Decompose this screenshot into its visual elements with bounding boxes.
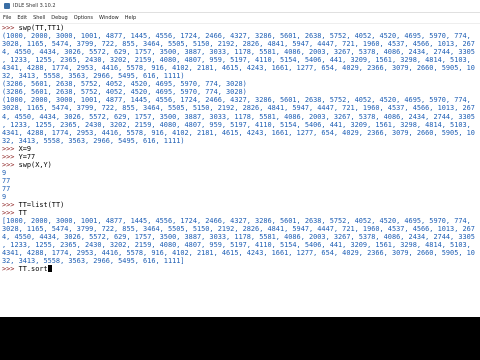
- input-line: >>> TT: [2, 209, 478, 217]
- command-text: swp(TT,TT1): [18, 24, 65, 32]
- output-line: 4, 4550, 4434, 3026, 5572, 629, 1757, 35…: [2, 113, 478, 121]
- shell-prompt: >>>: [2, 265, 19, 274]
- shell-console[interactable]: >>> swp(TT,TT1) (1000, 2000, 3000, 1001, …: [0, 24, 480, 317]
- output-text: (3286, 5601, 2638, 5752, 4052, 4520, 469…: [2, 80, 247, 89]
- output-line: (3286, 5601, 2638, 5752, 4052, 4520, 469…: [2, 80, 478, 88]
- menu-file[interactable]: File: [3, 15, 11, 21]
- output-line: (3286, 5601, 2638, 5752, 4052, 4520, 469…: [2, 88, 478, 96]
- shell-prompt: >>>: [2, 24, 19, 32]
- output-text: , 1233, 1255, 2365, 2430, 3202, 2159, 40…: [2, 56, 471, 65]
- output-text: 77: [2, 176, 11, 185]
- shell-prompt: >>>: [2, 209, 19, 218]
- output-text: 4341, 4288, 1774, 2953, 4416, 5578, 916,…: [2, 64, 475, 73]
- shell-prompt: >>>: [2, 152, 19, 161]
- output-text: , 1233, 1255, 2365, 2430, 3202, 2159, 40…: [2, 241, 471, 250]
- output-line: 4341, 4288, 1774, 2953, 4416, 5578, 916,…: [2, 129, 478, 137]
- command-text: X=9: [18, 144, 32, 153]
- output-line: , 1233, 1255, 2365, 2430, 3202, 2159, 40…: [2, 121, 478, 129]
- output-line: 4, 4550, 4434, 3026, 5572, 629, 1757, 35…: [2, 233, 478, 241]
- text-cursor: [47, 265, 52, 273]
- input-line: >>> Y=77: [2, 153, 478, 161]
- command-text: swp(X,Y): [18, 160, 52, 169]
- output-line: 4, 4550, 4434, 3026, 5572, 629, 1757, 35…: [2, 48, 478, 56]
- output-text: 32, 3413, 5558, 3563, 2966, 5495, 616, 1…: [2, 136, 185, 145]
- output-line: 3028, 1165, 5474, 3799, 722, 855, 3464, …: [2, 104, 478, 112]
- output-text: 4341, 4288, 1774, 2953, 4416, 5578, 916,…: [2, 128, 475, 137]
- menu-options[interactable]: Options: [74, 15, 93, 21]
- command-text: Y=77: [18, 152, 36, 161]
- output-text: 77: [2, 184, 11, 193]
- output-line: 3028, 1165, 5474, 3799, 722, 855, 3464, …: [2, 40, 478, 48]
- video-frame: IDLE Shell 3.10.2 File Edit Shell Debug Opti…: [0, 0, 480, 360]
- output-text: (1000, 2000, 3000, 1001, 4877, 1445, 455…: [2, 96, 471, 105]
- menu-edit[interactable]: Edit: [17, 15, 27, 21]
- output-line: 9: [2, 169, 478, 177]
- output-text: 9: [2, 192, 7, 201]
- output-text: 3028, 1165, 5474, 3799, 722, 855, 3464, …: [2, 225, 475, 234]
- output-text: 3028, 1165, 5474, 3799, 722, 855, 3464, …: [2, 104, 475, 113]
- shell-prompt: >>>: [2, 160, 19, 169]
- shell-prompt: >>>: [2, 144, 19, 153]
- output-line: , 1233, 1255, 2365, 2430, 3202, 2159, 40…: [2, 241, 478, 249]
- output-line: , 1233, 1255, 2365, 2430, 3202, 2159, 40…: [2, 56, 478, 64]
- command-text: TT=list(TT): [18, 201, 65, 210]
- output-text: , 1233, 1255, 2365, 2430, 3202, 2159, 40…: [2, 120, 471, 129]
- menu-window[interactable]: Window: [99, 15, 119, 21]
- menu-bar: File Edit Shell Debug Options Window Help: [0, 13, 480, 24]
- output-line: (1000, 2000, 3000, 1001, 4877, 1445, 455…: [2, 32, 478, 40]
- output-line: 32, 3413, 5558, 3563, 2966, 5495, 616, 1…: [2, 137, 478, 145]
- output-text: 4341, 4288, 1774, 2953, 4416, 5578, 916,…: [2, 249, 475, 258]
- input-line: >>> TT=list(TT): [2, 201, 478, 209]
- input-line: >>> X=9: [2, 145, 478, 153]
- menu-debug[interactable]: Debug: [51, 15, 67, 21]
- output-line: 4341, 4288, 1774, 2953, 4416, 5578, 916,…: [2, 249, 478, 257]
- title-bar: IDLE Shell 3.10.2: [0, 0, 480, 13]
- output-line: 4341, 4288, 1774, 2953, 4416, 5578, 916,…: [2, 64, 478, 72]
- output-text: (1000, 2000, 3000, 1001, 4877, 1445, 455…: [2, 32, 471, 41]
- window-title: IDLE Shell 3.10.2: [13, 3, 56, 9]
- shell-prompt: >>>: [2, 201, 19, 210]
- output-text: 4, 4550, 4434, 3026, 5572, 629, 1757, 35…: [2, 233, 475, 242]
- input-line: >>> TT.sort: [2, 265, 478, 273]
- output-line: 77: [2, 177, 478, 185]
- menu-help[interactable]: Help: [125, 15, 136, 21]
- output-line: 32, 3413, 5558, 3563, 2966, 5495, 616, 1…: [2, 257, 478, 265]
- output-text: 4, 4550, 4434, 3026, 5572, 629, 1757, 35…: [2, 112, 475, 121]
- menu-shell[interactable]: Shell: [33, 15, 45, 21]
- output-text: [1000, 2000, 3000, 1001, 4877, 1445, 455…: [2, 217, 471, 226]
- idle-shell-window: IDLE Shell 3.10.2 File Edit Shell Debug Opti…: [0, 0, 480, 317]
- output-line: [1000, 2000, 3000, 1001, 4877, 1445, 455…: [2, 217, 478, 225]
- output-text: 32, 3413, 5558, 3563, 2966, 5495, 616, 1…: [2, 257, 185, 266]
- input-line: >>> swp(X,Y): [2, 161, 478, 169]
- python-app-icon: [4, 3, 10, 9]
- output-line: 77: [2, 185, 478, 193]
- output-line: 3028, 1165, 5474, 3799, 722, 855, 3464, …: [2, 225, 478, 233]
- output-text: (3286, 5601, 2638, 5752, 4052, 4520, 469…: [2, 88, 247, 97]
- output-text: 4, 4550, 4434, 3026, 5572, 629, 1757, 35…: [2, 48, 475, 57]
- output-line: (1000, 2000, 3000, 1001, 4877, 1445, 455…: [2, 96, 478, 104]
- output-text: 3028, 1165, 5474, 3799, 722, 855, 3464, …: [2, 40, 475, 49]
- output-line: 32, 3413, 5558, 3563, 2966, 5495, 616, 1…: [2, 72, 478, 80]
- output-text: 32, 3413, 5558, 3563, 2966, 5495, 616, 1…: [2, 72, 185, 81]
- command-text: TT: [18, 209, 27, 218]
- output-text: 9: [2, 168, 7, 177]
- output-line: 9: [2, 193, 478, 201]
- command-text: TT.sort: [18, 265, 48, 274]
- input-line: >>> swp(TT,TT1): [2, 24, 478, 32]
